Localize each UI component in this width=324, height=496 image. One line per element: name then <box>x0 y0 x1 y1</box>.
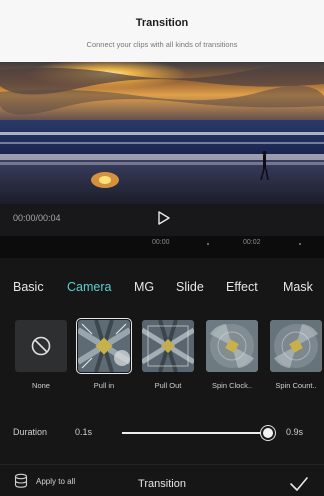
transition-pull-out[interactable]: Pull Out <box>142 320 198 390</box>
timecode: 00:00/00:04 <box>13 213 61 223</box>
check-icon[interactable] <box>289 476 309 492</box>
slider-handle[interactable] <box>261 426 275 440</box>
page-title: Transition <box>135 17 189 29</box>
thumbnail <box>142 320 194 372</box>
thumbnail <box>206 320 258 372</box>
ruler-tick <box>299 243 301 245</box>
spin-clockwise-thumb <box>206 320 258 372</box>
ruler-tick <box>207 243 209 245</box>
tab-slide[interactable]: Slide <box>176 280 204 294</box>
page-subtitle: Connect your clips with all kinds of tra… <box>86 40 238 49</box>
timeline-ruler[interactable]: 00:00 00:02 <box>0 236 324 258</box>
transition-label: None <box>32 381 50 390</box>
duration-slider[interactable] <box>122 425 275 441</box>
thumbnail <box>270 320 322 372</box>
duration-min: 0.1s <box>75 427 93 437</box>
tab-mg[interactable]: MG <box>134 280 154 294</box>
ruler-mark: 00:02 <box>243 239 261 246</box>
play-icon[interactable] <box>156 210 172 226</box>
transition-list: None Pull in Pull Out Spin Clock.. Spin … <box>0 318 324 400</box>
transition-pull-in[interactable]: Pull in <box>76 318 134 390</box>
transition-label: Pull Out <box>154 381 182 390</box>
transition-editor: Transition Connect your clips with all k… <box>0 0 324 496</box>
transition-label: Spin Count.. <box>275 381 317 390</box>
duration-control: Duration 0.1s 0.9s <box>0 423 324 443</box>
transition-spin-counterclockwise[interactable]: Spin Count.. <box>270 320 324 390</box>
transition-none[interactable]: None <box>15 320 71 390</box>
pull-out-thumb <box>142 320 194 372</box>
transition-panel: Basic Camera MG Slide Effect Mask None P… <box>0 258 324 496</box>
player-controls: 00:00/00:04 <box>0 204 324 236</box>
category-tabs: Basic Camera MG Slide Effect Mask <box>0 280 324 300</box>
none-icon <box>31 336 51 356</box>
panel-title: Transition <box>138 478 186 490</box>
transition-spin-clockwise[interactable]: Spin Clock.. <box>206 320 262 390</box>
ruler-mark: 00:00 <box>152 239 170 246</box>
tab-mask[interactable]: Mask <box>283 280 313 294</box>
tab-camera[interactable]: Camera <box>67 280 111 294</box>
header: Transition Connect your clips with all k… <box>0 0 324 62</box>
video-preview[interactable] <box>0 62 324 204</box>
bottom-bar: Apply to all Transition <box>0 464 324 496</box>
spin-counterclockwise-thumb <box>270 320 322 372</box>
thumbnail <box>76 318 132 374</box>
transition-label: Pull in <box>93 381 115 390</box>
duration-max: 0.9s <box>286 427 304 437</box>
slider-fill <box>122 432 268 434</box>
duration-label: Duration <box>13 427 48 437</box>
beach-sunset-frame <box>0 62 324 204</box>
thumbnail <box>15 320 67 372</box>
tab-basic[interactable]: Basic <box>13 280 44 294</box>
pull-in-thumb <box>78 320 130 372</box>
transition-label: Spin Clock.. <box>211 381 253 390</box>
tab-effect[interactable]: Effect <box>226 280 258 294</box>
